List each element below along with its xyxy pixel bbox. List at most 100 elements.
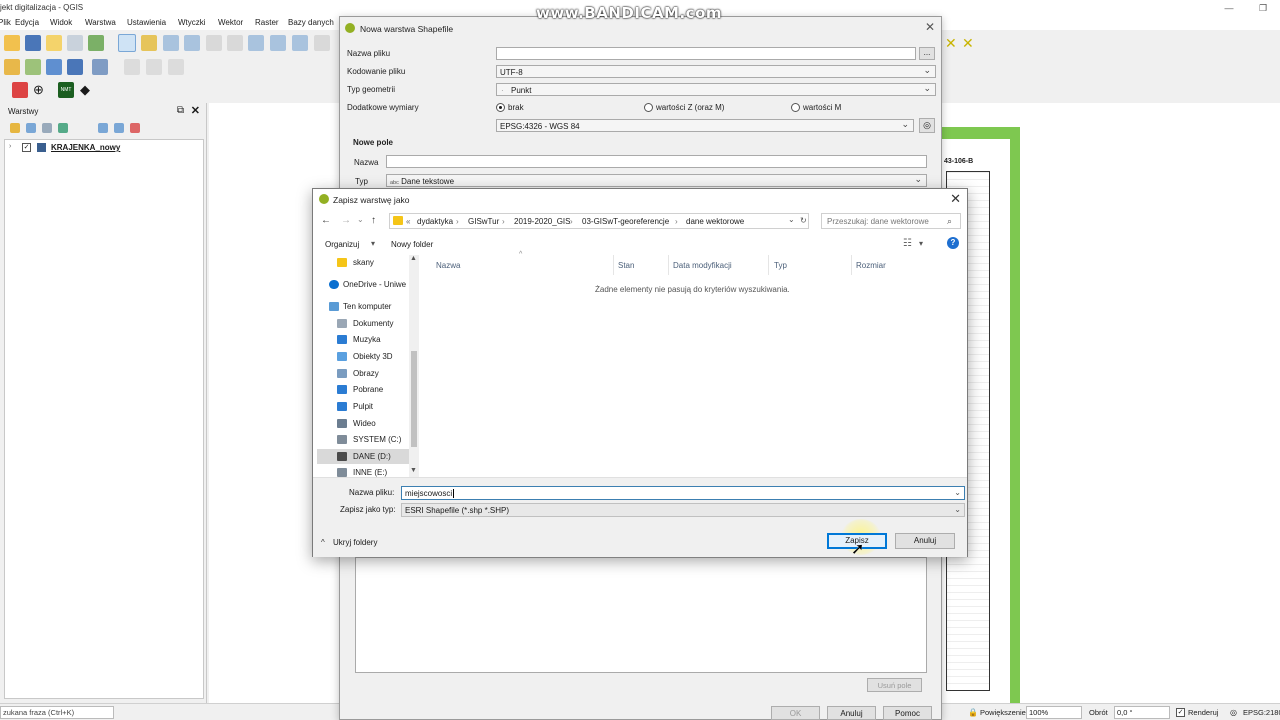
- breadcrumb-item[interactable]: dane wektorowe: [686, 217, 744, 226]
- zoom-native-icon[interactable]: [292, 35, 308, 51]
- breadcrumb-item[interactable]: 03-GISwT-georeferencje: [582, 217, 669, 226]
- menu-item-edycja[interactable]: Edycja: [15, 18, 39, 27]
- move-feature-icon[interactable]: [146, 59, 162, 75]
- menu-item-plik[interactable]: Plik: [0, 18, 11, 27]
- crs-select[interactable]: EPSG:4326 - WGS 84: [496, 119, 914, 132]
- help-button[interactable]: Pomoc: [883, 706, 932, 720]
- menu-item-raster[interactable]: Raster: [255, 18, 279, 27]
- fields-list[interactable]: [355, 557, 927, 673]
- zoom-out-icon[interactable]: [184, 35, 200, 51]
- chevron-up-icon[interactable]: ^: [321, 538, 325, 547]
- nav-item-system-c[interactable]: SYSTEM (C:): [317, 432, 413, 447]
- zoom-selection-icon[interactable]: [248, 35, 264, 51]
- column-header-modified[interactable]: Data modyfikacji: [673, 261, 732, 270]
- search-input[interactable]: Przeszukaj: dane wektorowe: [821, 213, 961, 229]
- float-panel-icon[interactable]: ⧉: [177, 105, 184, 116]
- zoom-rubberband-icon[interactable]: [206, 35, 222, 51]
- back-arrow-icon[interactable]: ←: [321, 215, 331, 226]
- nav-item-muzyka[interactable]: Muzyka: [317, 332, 413, 347]
- scroll-down-icon[interactable]: ▼: [410, 467, 417, 474]
- add-feature-icon[interactable]: [124, 59, 140, 75]
- history-chevron-icon[interactable]: ⌄: [357, 215, 364, 224]
- view-options-icon[interactable]: ☷: [903, 238, 912, 249]
- chevron-down-icon[interactable]: ⌄: [954, 487, 961, 498]
- nav-item-pulpit[interactable]: Pulpit: [317, 399, 413, 414]
- menu-item-wektor[interactable]: Wektor: [218, 18, 243, 27]
- lock-icon[interactable]: 🔒: [968, 708, 978, 717]
- toggle-editing-icon[interactable]: [92, 59, 108, 75]
- zoom-layer-icon[interactable]: [270, 35, 286, 51]
- up-arrow-icon[interactable]: ↑: [371, 215, 376, 226]
- filter-legend-icon[interactable]: [58, 123, 68, 133]
- target-icon[interactable]: ⊕: [33, 82, 49, 98]
- pan-icon[interactable]: [118, 34, 136, 52]
- layers-stack-icon[interactable]: ◆: [80, 82, 96, 98]
- zoom-last-icon[interactable]: [314, 35, 330, 51]
- new-print-layout-icon[interactable]: [67, 35, 83, 51]
- cancel-button[interactable]: Anuluj: [895, 533, 955, 549]
- address-bar[interactable]: « dydaktyka › GISwTur › 2019-2020_GIS › …: [389, 213, 809, 229]
- forward-arrow-icon[interactable]: →: [341, 215, 351, 226]
- address-dropdown-icon[interactable]: ⌄: [788, 215, 795, 224]
- column-header-size[interactable]: Rozmiar: [856, 261, 886, 270]
- new-folder-button[interactable]: Nowy folder: [391, 240, 433, 249]
- browse-button[interactable]: ...: [919, 47, 935, 60]
- shp-cancel-button[interactable]: Anuluj: [827, 706, 876, 720]
- expand-all-icon[interactable]: [98, 123, 108, 133]
- locator-search-input[interactable]: zukana fraza (Ctrl+K): [0, 706, 114, 719]
- nav-item-obiekty-3d[interactable]: Obiekty 3D: [317, 349, 413, 364]
- geometry-type-select[interactable]: · Punkt: [496, 83, 936, 96]
- nav-item-ten-komputer[interactable]: Ten komputer: [317, 299, 413, 314]
- breadcrumb-overflow[interactable]: «: [406, 217, 410, 226]
- crs-globe-icon[interactable]: ◎: [919, 118, 935, 133]
- layer-save-icon[interactable]: [67, 59, 83, 75]
- scroll-thumb[interactable]: [411, 351, 417, 447]
- collapse-all-icon[interactable]: [114, 123, 124, 133]
- new-vector-icon[interactable]: [25, 59, 41, 75]
- column-header-status[interactable]: Stan: [618, 261, 634, 270]
- field-type-select[interactable]: abc Dane tekstowe: [386, 174, 927, 187]
- menu-item-ustawienia[interactable]: Ustawienia: [127, 18, 166, 27]
- encoding-select[interactable]: UTF-8: [496, 65, 936, 78]
- column-header-name[interactable]: Nazwa: [436, 261, 460, 270]
- field-name-input[interactable]: [386, 155, 927, 168]
- close-icon[interactable]: ✕: [950, 191, 961, 207]
- zoom-input[interactable]: 100%: [1026, 706, 1082, 719]
- refresh-icon[interactable]: ↻: [800, 216, 807, 225]
- crs-label[interactable]: EPSG:2180: [1243, 708, 1280, 717]
- raster-tool-icon[interactable]: [12, 82, 28, 98]
- nav-scrollbar[interactable]: ▲ ▼: [409, 255, 419, 477]
- menu-item-wtyczki[interactable]: Wtyczki: [178, 18, 206, 27]
- zoom-full-icon[interactable]: [227, 35, 243, 51]
- remove-field-button[interactable]: Usuń pole: [867, 678, 922, 692]
- layer-style-icon[interactable]: [10, 123, 20, 133]
- add-group-icon[interactable]: [26, 123, 36, 133]
- vertex-editor-icon[interactable]: [168, 59, 184, 75]
- expand-arrow-icon[interactable]: ›: [9, 143, 11, 150]
- render-checkbox[interactable]: ✓: [1176, 708, 1185, 717]
- nav-item-inne-e[interactable]: INNE (E:): [317, 465, 413, 477]
- organize-menu[interactable]: Organizuj: [325, 240, 359, 249]
- menu-item-warstwa[interactable]: Warstwa: [85, 18, 116, 27]
- add-layer-icon[interactable]: [4, 59, 20, 75]
- vertex-tool-icon[interactable]: ✕: [945, 35, 961, 51]
- menu-item-bazy-danych[interactable]: Bazy danych: [288, 18, 334, 27]
- scroll-up-icon[interactable]: ▲: [410, 255, 417, 262]
- nav-item-skany[interactable]: skany: [317, 255, 413, 270]
- nav-item-dane-d[interactable]: DANE (D:): [317, 449, 413, 464]
- layer-name[interactable]: KRAJENKA_nowy: [51, 143, 120, 152]
- breadcrumb-item[interactable]: dydaktyka: [417, 217, 453, 226]
- nmt-icon[interactable]: NMT: [58, 82, 74, 98]
- open-folder-icon[interactable]: [4, 35, 20, 51]
- minimize-icon[interactable]: —: [1212, 0, 1246, 16]
- nav-item-wideo[interactable]: Wideo: [317, 416, 413, 431]
- manage-themes-icon[interactable]: [42, 123, 52, 133]
- dim-none-radio[interactable]: [496, 103, 505, 112]
- layer-visibility-checkbox[interactable]: ✓: [22, 143, 31, 152]
- search-icon[interactable]: ⌕: [947, 216, 952, 227]
- chevron-down-icon[interactable]: ▾: [919, 239, 923, 248]
- remove-layer-icon[interactable]: [130, 123, 140, 133]
- nav-item-dokumenty[interactable]: Dokumenty: [317, 316, 413, 331]
- save-as-icon[interactable]: [46, 35, 62, 51]
- dim-z-radio[interactable]: [644, 103, 653, 112]
